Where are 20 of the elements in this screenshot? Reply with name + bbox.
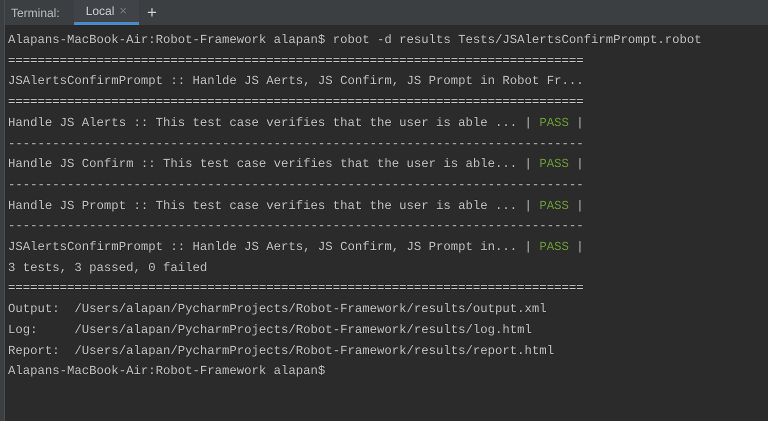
test-result-line: Handle JS Alerts :: This test case verifies that the user is able ... | PASS | <box>8 114 585 132</box>
output-line: JSAlertsConfirmPrompt :: Hanlde JS Aerts, JS Confirm, JS Prompt in Robot Fr... <box>8 73 585 90</box>
separator-line: ============================================================================== <box>8 52 585 70</box>
terminal-label: Terminal: <box>11 4 60 22</box>
output-line: Log: /Users/alapan/PycharmProjects/Robot-Framework/results/log.html <box>8 322 533 339</box>
output-line: Report: /Users/alapan/PycharmProjects/Robot-Framework/results/report.html <box>8 342 556 360</box>
test-result-line: JSAlertsConfirmPrompt :: Hanlde JS Aerts, JS Confirm, JS Prompt in... | PASS | <box>8 239 585 256</box>
terminal-tab[interactable]: Local × <box>74 0 139 25</box>
separator-line: ============================================================================== <box>8 280 585 298</box>
separator-line: ------------------------------------------------------------------------------ <box>8 136 585 153</box>
test-result-line: Handle JS Prompt :: This test case verifies that the user is able ... | PASS | <box>8 198 585 215</box>
separator-line: ------------------------------------------------------------------------------ <box>8 176 585 194</box>
separator-line: ------------------------------------------------------------------------------ <box>8 218 585 236</box>
output-line: Output: /Users/alapan/PycharmProjects/Robot-Framework/results/output.xml <box>8 301 548 318</box>
new-tab-button[interactable]: + <box>138 4 165 21</box>
test-result-line: Handle JS Confirm :: This test case verifies that the user is able... | PASS | <box>8 156 585 174</box>
separator-line: ============================================================================== <box>8 94 585 112</box>
output-line: Alapans-MacBook-Air:Robot-Framework alapan$ robot -d results Tests/JSAlertsConfirmPrompt.robot <box>8 32 703 49</box>
output-line: Alapans-MacBook-Air:Robot-Framework alapan$ <box>8 363 326 380</box>
output-line: 3 tests, 3 passed, 0 failed <box>8 260 208 277</box>
